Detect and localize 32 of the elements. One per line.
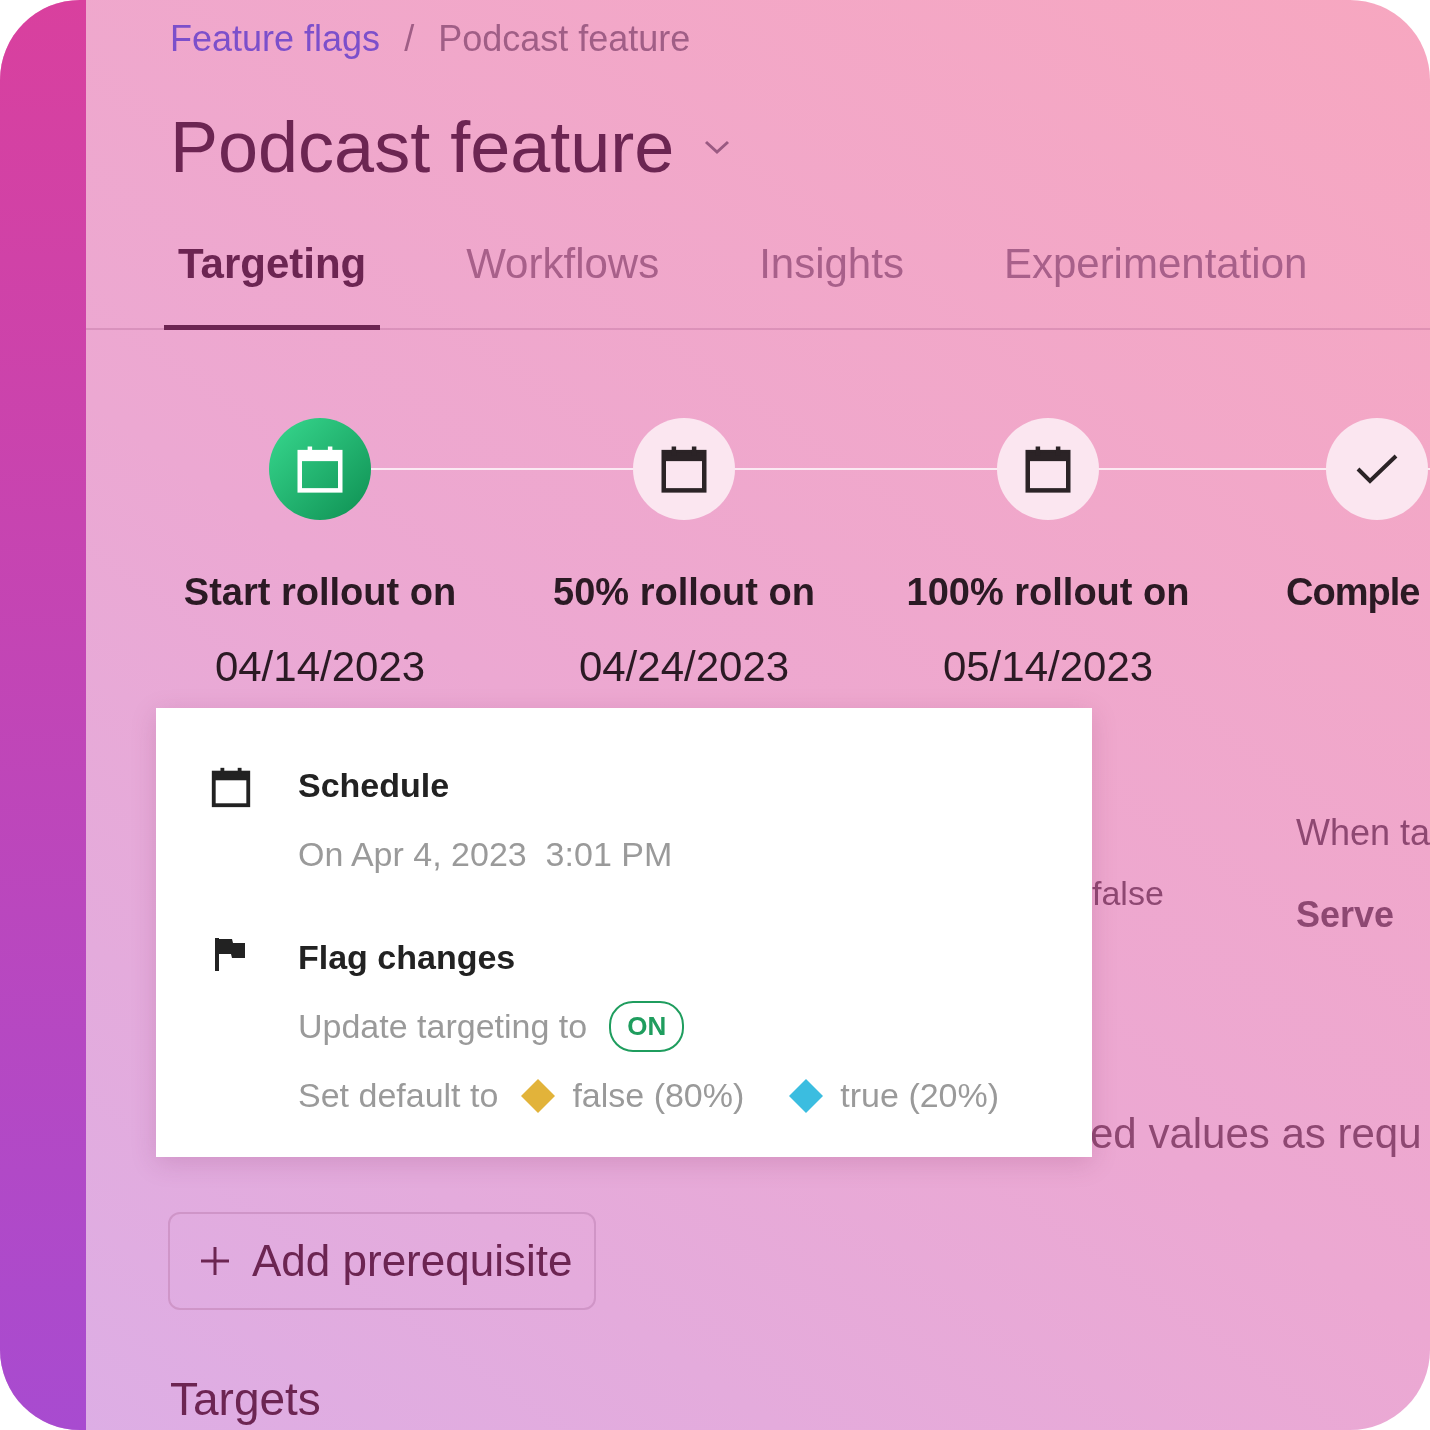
step-label: Start rollout on	[183, 570, 457, 616]
rule-heading: When ta	[1295, 811, 1430, 856]
flag-icon	[214, 936, 246, 973]
tab[interactable]: Experimentation	[989, 232, 1322, 331]
step-date: 05/14/2023	[942, 642, 1154, 693]
section-heading: Targets	[170, 1374, 321, 1425]
default-label: Set default to	[298, 1075, 499, 1117]
status-pill: ON	[609, 1001, 685, 1053]
flag-changes-title: Flag changes	[298, 937, 517, 979]
page-title: Podcast feature	[170, 106, 675, 189]
step-date: 04/24/2023	[578, 642, 790, 693]
chevron-down-icon[interactable]	[704, 139, 731, 156]
breadcrumb-current: Podcast feature	[438, 17, 691, 61]
breadcrumb-link[interactable]: Feature flags	[170, 12, 381, 66]
tab[interactable]: Insights	[745, 232, 918, 331]
description-text: ed values as requ	[1090, 1109, 1423, 1160]
targeting-label: Update targeting to	[298, 1006, 588, 1048]
plus-icon	[200, 1246, 230, 1277]
tab[interactable]: Workflows	[452, 232, 674, 331]
variation-label: false (80%)	[572, 1075, 745, 1117]
serve-label: Serve	[1295, 893, 1395, 938]
breadcrumb-separator: /	[404, 17, 415, 61]
step-date: 04/14/2023	[214, 642, 426, 693]
schedule-time: On Apr 4, 2023 3:01 PM	[298, 834, 673, 876]
add-prerequisite-button[interactable]: Add prerequisite	[168, 1212, 597, 1311]
default-value-text: false	[1092, 873, 1165, 915]
step-label: 50% rollout on	[553, 570, 815, 616]
tab[interactable]: Targeting	[164, 232, 381, 331]
step-label: 100% rollout on	[906, 570, 1190, 616]
schedule-title: Schedule	[298, 765, 451, 807]
variation-label: true (20%)	[840, 1075, 1000, 1117]
step-label: Comple	[1286, 570, 1420, 616]
